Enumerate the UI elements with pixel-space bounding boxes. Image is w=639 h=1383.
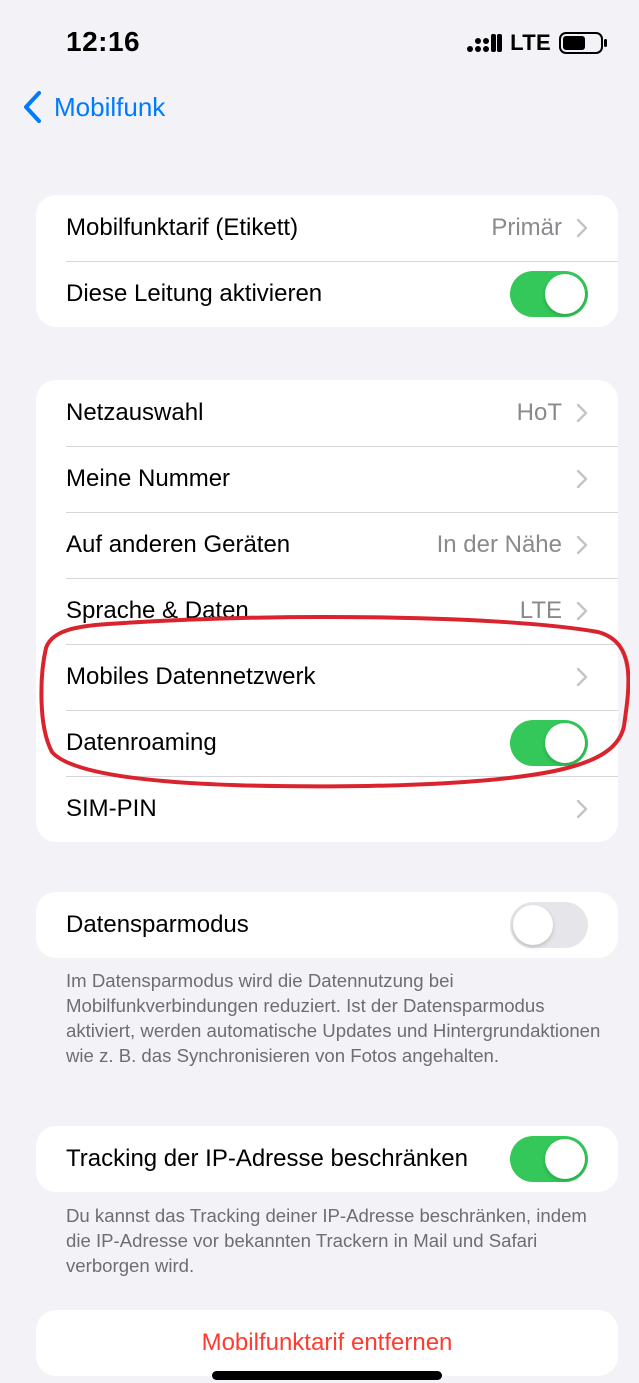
toggle-knob	[513, 905, 553, 945]
chevron-right-icon	[576, 403, 588, 423]
row-value: HoT	[516, 399, 562, 426]
row-label: Mobiles Datennetzwerk	[66, 663, 316, 690]
chevron-right-icon	[576, 667, 588, 687]
row-label: Sprache & Daten	[66, 597, 249, 624]
back-button[interactable]: Mobilfunk	[22, 90, 165, 124]
chevron-right-icon	[576, 535, 588, 555]
row-value: In der Nähe	[436, 531, 562, 558]
plan-label-row[interactable]: Mobilfunktarif (Etikett) Primär	[36, 195, 618, 261]
ip-tracking-toggle[interactable]	[510, 1136, 588, 1182]
activate-line-row: Diese Leitung aktivieren	[36, 261, 618, 327]
data-saver-group: Datensparmodus	[36, 892, 618, 958]
sim-pin-row[interactable]: SIM-PIN	[36, 776, 618, 842]
battery-icon	[559, 32, 607, 54]
row-label: Datenroaming	[66, 729, 217, 756]
row-value: Primär	[491, 214, 562, 241]
network-type-label: LTE	[510, 30, 551, 55]
row-label: Datensparmodus	[66, 911, 249, 938]
network-selection-row[interactable]: Netzauswahl HoT	[36, 380, 618, 446]
status-bar: 12:16 LTE	[0, 0, 639, 80]
my-number-row[interactable]: Meine Nummer	[36, 446, 618, 512]
remove-plan-button[interactable]: Mobilfunktarif entfernen	[36, 1310, 618, 1376]
row-label: Tracking der IP-Adresse beschränken	[66, 1145, 468, 1172]
chevron-right-icon	[576, 469, 588, 489]
toggle-knob	[545, 723, 585, 763]
remove-plan-label: Mobilfunktarif entfernen	[201, 1329, 453, 1356]
status-indicators: LTE	[466, 30, 609, 56]
data-saver-footer: Im Datensparmodus wird die Datennutzung …	[66, 970, 601, 1066]
data-saver-row: Datensparmodus	[36, 892, 618, 958]
row-label: SIM-PIN	[66, 795, 157, 822]
chevron-right-icon	[576, 218, 588, 238]
ip-tracking-footer: Du kannst das Tracking deiner IP-Adresse…	[66, 1205, 587, 1276]
data-roaming-row: Datenroaming	[36, 710, 618, 776]
plan-group: Mobilfunktarif (Etikett) Primär Diese Le…	[36, 195, 618, 327]
chevron-right-icon	[576, 601, 588, 621]
signal-bars-icon	[467, 34, 503, 52]
ip-tracking-group: Tracking der IP-Adresse beschränken	[36, 1126, 618, 1192]
network-group: Netzauswahl HoT Meine Nummer Auf anderen…	[36, 380, 618, 842]
row-label: Diese Leitung aktivieren	[66, 280, 323, 307]
data-roaming-toggle[interactable]	[510, 720, 588, 766]
toggle-knob	[545, 274, 585, 314]
ip-tracking-row: Tracking der IP-Adresse beschränken	[36, 1126, 618, 1192]
other-devices-row[interactable]: Auf anderen Geräten In der Nähe	[36, 512, 618, 578]
toggle-knob	[545, 1139, 585, 1179]
back-button-label: Mobilfunk	[54, 91, 166, 122]
chevron-right-icon	[576, 799, 588, 819]
data-saver-toggle[interactable]	[510, 902, 588, 948]
status-time: 12:16	[66, 26, 141, 57]
row-label: Netzauswahl	[66, 399, 204, 426]
chevron-left-icon	[24, 91, 41, 123]
activate-line-toggle[interactable]	[510, 271, 588, 317]
home-indicator[interactable]	[212, 1371, 442, 1380]
row-label: Auf anderen Geräten	[66, 531, 291, 558]
row-value: LTE	[519, 597, 562, 624]
mobile-data-network-row[interactable]: Mobiles Datennetzwerk	[36, 644, 618, 710]
row-label: Mobilfunktarif (Etikett)	[66, 214, 299, 241]
row-label: Meine Nummer	[66, 465, 231, 492]
voice-data-row[interactable]: Sprache & Daten LTE	[36, 578, 618, 644]
